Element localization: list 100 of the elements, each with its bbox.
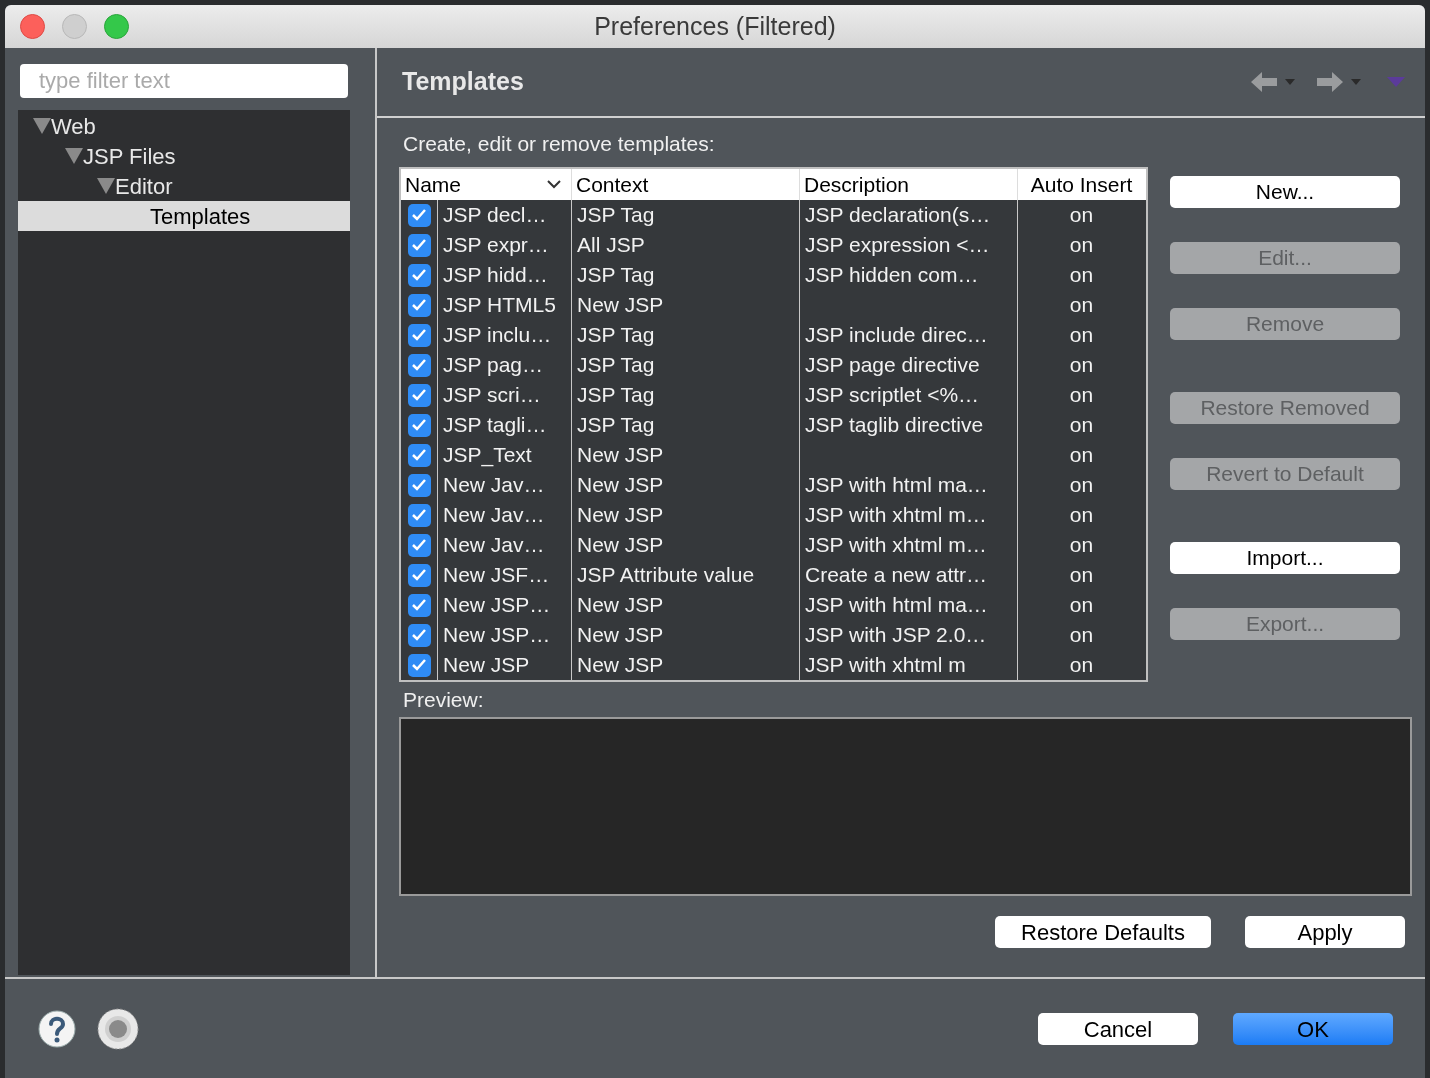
table-cell-text: New JSF… — [443, 562, 550, 589]
table-cell-text: JSP Tag — [577, 202, 655, 229]
table-cell-text: JSP page directive — [805, 352, 980, 379]
table-cell-text: JSP Attribute value — [577, 562, 755, 589]
tree-item[interactable]: Templates — [18, 201, 350, 231]
checkbox[interactable] — [407, 593, 431, 617]
table-cell-text: JSP with JSP 2.0… — [805, 622, 987, 649]
page-button[interactable]: Apply — [1245, 916, 1405, 948]
table-cell-text: on — [1069, 532, 1094, 559]
table-cell-text: New JSP — [577, 472, 664, 499]
table-cell-text: JSP inclu… — [443, 322, 552, 349]
dialog-button[interactable]: OK — [1233, 1012, 1393, 1045]
table-cell-text: New JSP — [577, 622, 664, 649]
table-cell-text: New JSP… — [443, 622, 551, 649]
table-cell-text: on — [1069, 232, 1094, 259]
table-cell-text: on — [1069, 352, 1094, 379]
table-cell-text: JSP Tag — [577, 262, 655, 289]
table-cell-text: JSP_Text — [443, 442, 532, 469]
filter-field[interactable]: type filter text — [20, 64, 348, 98]
checkbox[interactable] — [407, 233, 431, 257]
page-button[interactable]: Restore Defaults — [995, 916, 1211, 948]
table-cell-text: New JSP — [577, 532, 664, 559]
checkmark-icon — [411, 268, 427, 282]
checkmark-icon — [411, 388, 427, 402]
checkbox[interactable] — [407, 353, 431, 377]
table-cell-text: All JSP — [577, 232, 645, 259]
table-cell-text: JSP declaration(s… — [805, 202, 991, 229]
table-cell-text: on — [1069, 412, 1094, 439]
checkbox[interactable] — [407, 293, 431, 317]
checkbox[interactable] — [407, 623, 431, 647]
table-cell-text: JSP decl… — [443, 202, 547, 229]
table-cell-text: New JSP — [577, 292, 664, 319]
checkbox[interactable] — [407, 323, 431, 347]
side-button[interactable]: Import... — [1170, 542, 1400, 574]
table-cell-text: on — [1069, 382, 1094, 409]
table-cell-text: JSP Tag — [577, 412, 655, 439]
expanded-triangle-icon[interactable] — [33, 118, 51, 134]
checkbox[interactable] — [407, 563, 431, 587]
checkmark-icon — [411, 238, 427, 252]
table-cell-text: New JSP… — [443, 592, 551, 619]
forward-icon[interactable] — [1315, 70, 1345, 94]
expanded-triangle-icon[interactable] — [97, 178, 115, 194]
table-cell-text: Create a new attr… — [805, 562, 988, 589]
table-cell-text: on — [1069, 262, 1094, 289]
checkbox[interactable] — [407, 473, 431, 497]
checkmark-icon — [411, 448, 427, 462]
table-cell-text: New JSP — [577, 652, 664, 679]
table-cell-text: New Jav… — [443, 532, 545, 559]
table-cell-text: JSP pag… — [443, 352, 543, 379]
table-cell-text: JSP tagli… — [443, 412, 547, 439]
table-cell-text: JSP Tag — [577, 382, 655, 409]
close-button[interactable] — [20, 14, 45, 39]
expanded-triangle-icon[interactable] — [65, 148, 83, 164]
table-cell-text: JSP hidden com… — [805, 262, 979, 289]
checkbox[interactable] — [407, 443, 431, 467]
tree-item[interactable]: JSP Files — [18, 141, 350, 171]
table-cell-text: JSP scri… — [443, 382, 541, 409]
table-cell-text: on — [1069, 442, 1094, 469]
checkbox[interactable] — [407, 503, 431, 527]
checkmark-icon — [411, 538, 427, 552]
table-cell-text: on — [1069, 562, 1094, 589]
checkmark-icon — [411, 298, 427, 312]
checkbox[interactable] — [407, 263, 431, 287]
page-description: Create, edit or remove templates: — [403, 132, 716, 156]
window-title: Preferences (Filtered) — [594, 10, 836, 42]
preview-label: Preview: — [403, 688, 485, 712]
checkmark-icon — [411, 418, 427, 432]
record-icon[interactable] — [97, 1007, 139, 1050]
checkbox[interactable] — [407, 533, 431, 557]
column-header[interactable]: Description — [800, 169, 1018, 200]
dialog-button[interactable]: Cancel — [1038, 1012, 1198, 1045]
table-cell-text: on — [1069, 472, 1094, 499]
checkmark-icon — [411, 208, 427, 222]
side-button[interactable]: New... — [1170, 176, 1400, 208]
back-icon[interactable] — [1249, 70, 1279, 94]
table-cell-text: JSP with html ma… — [805, 472, 988, 499]
tree-item[interactable]: Web — [18, 111, 350, 141]
table-cell-text: JSP scriptlet <%… — [805, 382, 980, 409]
column-header[interactable]: Auto Insert — [1018, 169, 1145, 200]
checkmark-icon — [411, 508, 427, 522]
checkmark-icon — [411, 568, 427, 582]
sort-chevron-icon — [547, 180, 561, 189]
table-cell-text: New Jav… — [443, 472, 545, 499]
checkmark-icon — [411, 598, 427, 612]
column-header[interactable]: Name — [401, 169, 572, 200]
column-header[interactable]: Context — [572, 169, 800, 200]
table-cell-text: JSP HTML5 — [443, 292, 556, 319]
table-cell-text: New JSP — [443, 652, 530, 679]
checkbox[interactable] — [407, 203, 431, 227]
table-cell-text: JSP Tag — [577, 322, 655, 349]
table-cell-text: JSP include direc… — [805, 322, 988, 349]
table-cell-text: on — [1069, 652, 1094, 679]
table-cell-text: JSP taglib directive — [805, 412, 984, 439]
checkbox[interactable] — [407, 653, 431, 677]
tree-item[interactable]: Editor — [18, 171, 350, 201]
table-cell-text: JSP Tag — [577, 352, 655, 379]
checkbox[interactable] — [407, 383, 431, 407]
help-icon[interactable] — [38, 1009, 76, 1048]
checkbox[interactable] — [407, 413, 431, 437]
table-cell-text: on — [1069, 592, 1094, 619]
